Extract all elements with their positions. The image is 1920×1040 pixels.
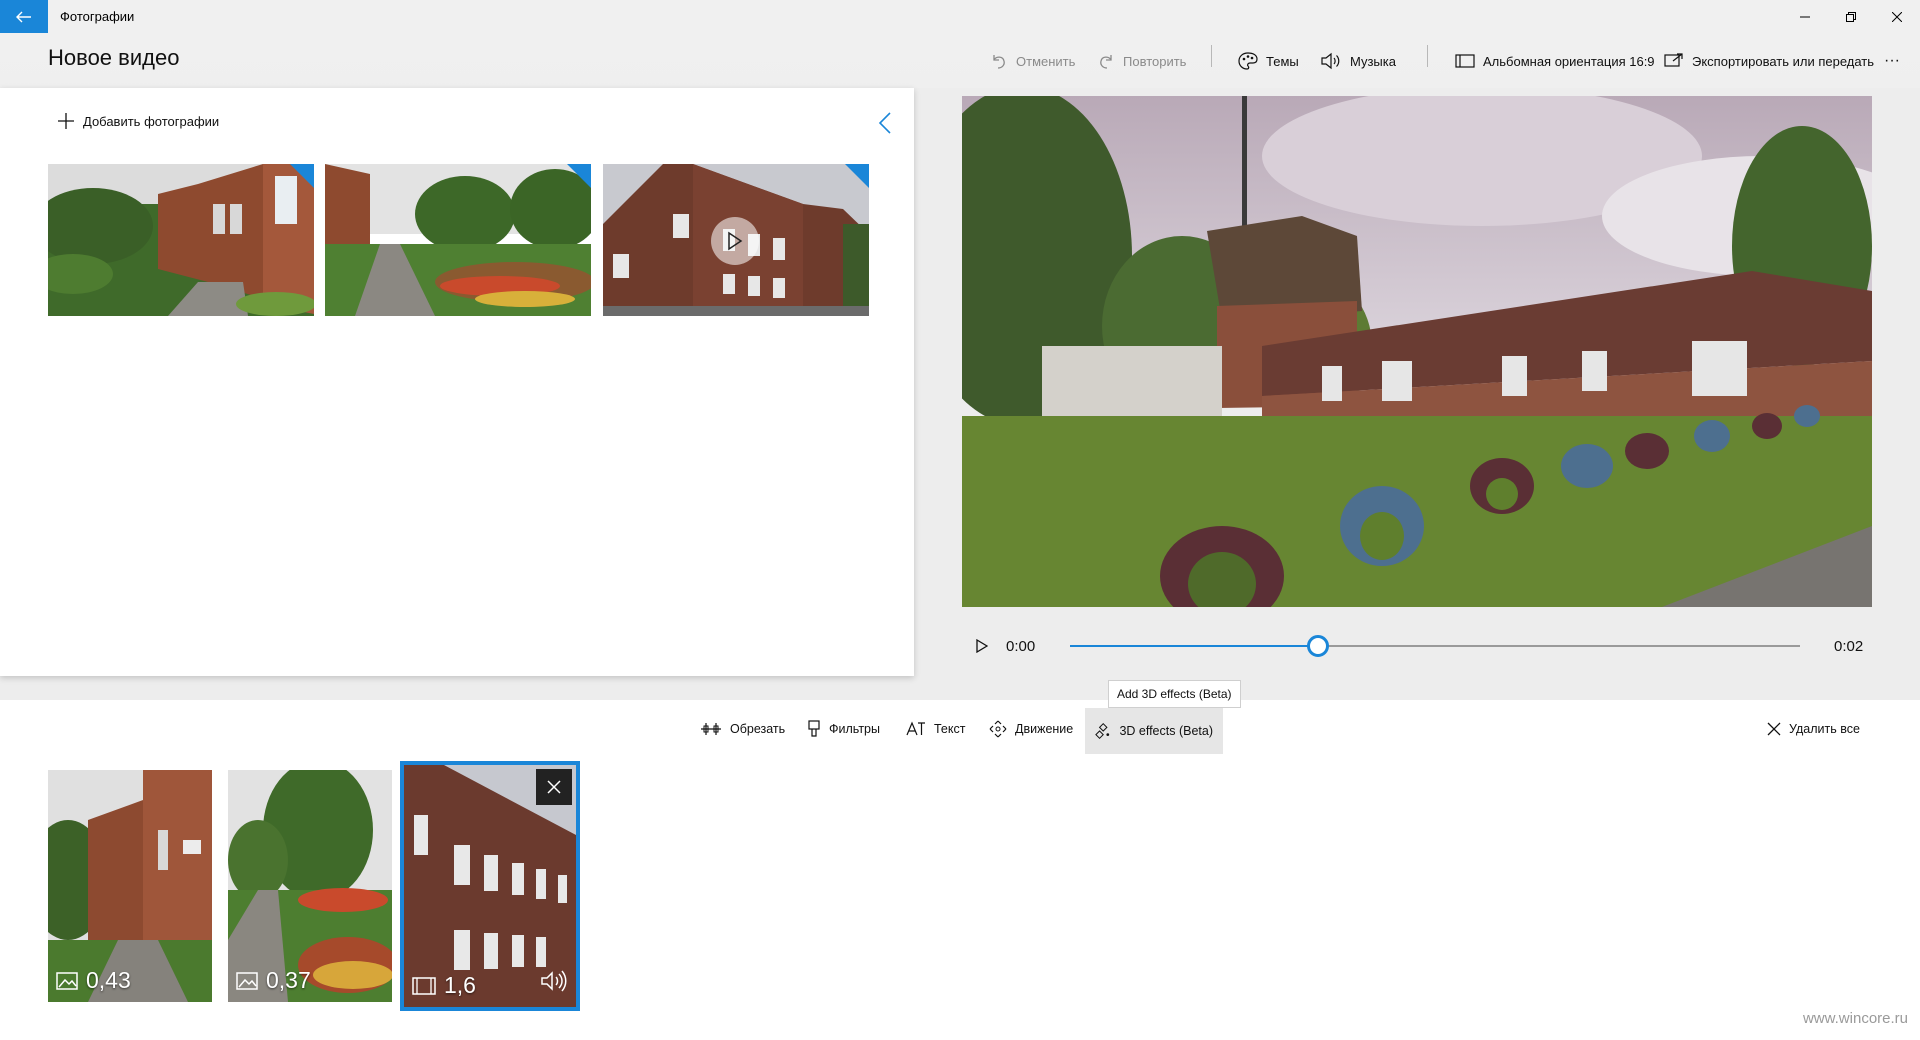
- filters-icon: [808, 720, 820, 737]
- text-icon: [906, 721, 925, 736]
- music-label: Музыка: [1350, 53, 1396, 69]
- app-title: Фотографии: [60, 9, 135, 24]
- 3d-effects-icon: [1095, 722, 1110, 740]
- redo-label: Повторить: [1123, 53, 1187, 69]
- export-button[interactable]: Экспортировать или передать: [1664, 47, 1874, 75]
- undo-icon: [993, 55, 1005, 69]
- library-item[interactable]: [48, 164, 314, 316]
- aspect-ratio-label: Альбомная ориентация 16:9: [1483, 53, 1655, 69]
- text-label: Текст: [934, 722, 966, 736]
- add-photos-label: Добавить фотографии: [83, 113, 220, 129]
- themes-label: Темы: [1266, 53, 1299, 69]
- image-icon: [236, 971, 258, 990]
- back-button[interactable]: [0, 0, 48, 33]
- redo-button[interactable]: Повторить: [1097, 47, 1186, 75]
- redo-icon: [1100, 55, 1112, 69]
- clip-duration: 1,6: [444, 972, 476, 998]
- play-icon: [976, 638, 989, 654]
- speaker-icon: [541, 970, 567, 992]
- back-arrow-icon: [16, 11, 31, 22]
- close-icon: [1767, 722, 1781, 736]
- close-icon: [547, 780, 561, 794]
- current-time: 0:00: [1006, 638, 1036, 655]
- title-bar: Фотографии: [0, 0, 1920, 33]
- undo-label: Отменить: [1016, 53, 1076, 69]
- playback-bar: 0:00 0:02: [962, 630, 1872, 662]
- restore-icon: [1846, 11, 1856, 22]
- film-icon: [412, 976, 436, 995]
- 3d-effects-label: 3D effects (Beta): [1119, 724, 1213, 738]
- clip-label: 0,37: [236, 967, 311, 994]
- plus-icon: [58, 113, 74, 129]
- library-thumbnail: [48, 164, 314, 316]
- add-photos-button[interactable]: Добавить фотографии: [58, 113, 219, 129]
- minimize-icon: [1800, 16, 1810, 17]
- close-window-button[interactable]: [1874, 0, 1920, 33]
- music-button[interactable]: Музыка: [1320, 47, 1396, 75]
- minimize-button[interactable]: [1782, 0, 1828, 33]
- clip-duration: 0,37: [266, 967, 311, 993]
- added-indicator: [290, 164, 314, 188]
- storyboard-clip-selected[interactable]: 1,6: [400, 761, 580, 1011]
- library-thumbnail: [325, 164, 591, 316]
- play-overlay-button[interactable]: [711, 217, 759, 265]
- library-item[interactable]: [325, 164, 591, 316]
- storyboard-clip[interactable]: 0,43: [48, 770, 212, 1002]
- total-time: 0:02: [1834, 638, 1864, 655]
- more-label: ···: [1884, 52, 1900, 69]
- filters-label: Фильтры: [829, 722, 880, 736]
- remove-clip-button[interactable]: [536, 769, 572, 805]
- themes-button[interactable]: Темы: [1238, 47, 1299, 75]
- play-button[interactable]: [976, 638, 989, 658]
- motion-label: Движение: [1015, 722, 1074, 736]
- toolbar-divider: [1211, 45, 1212, 67]
- 3d-effects-button[interactable]: 3D effects (Beta): [1085, 708, 1223, 754]
- seek-slider[interactable]: [1070, 635, 1800, 657]
- video-preview[interactable]: [962, 96, 1872, 607]
- restore-button[interactable]: [1828, 0, 1874, 33]
- storyboard-toolbar: Обрезать Фильтры Текст Движение 3D effec…: [0, 700, 1920, 770]
- project-title[interactable]: Новое видео: [48, 45, 179, 71]
- clip-label: 0,43: [56, 967, 131, 994]
- speaker-icon: [1321, 52, 1340, 70]
- motion-icon: [989, 720, 1007, 738]
- close-icon: [1892, 11, 1902, 22]
- command-bar: Новое видео Отменить Повторить Темы Музы…: [0, 33, 1920, 88]
- seek-thumb[interactable]: [1307, 635, 1329, 657]
- export-label: Экспортировать или передать: [1692, 53, 1875, 69]
- chevron-left-icon: [878, 112, 891, 134]
- watermark: www.wincore.ru: [1802, 1010, 1908, 1027]
- storyboard-clip[interactable]: 0,37: [228, 770, 392, 1002]
- trim-label: Обрезать: [730, 722, 786, 736]
- preview-frame: [962, 96, 1872, 607]
- seek-progress: [1070, 645, 1318, 647]
- library-item[interactable]: [603, 164, 869, 316]
- clip-label: 1,6: [412, 972, 476, 999]
- delete-all-label: Удалить все: [1789, 722, 1860, 736]
- more-options-button[interactable]: ···: [1884, 47, 1900, 75]
- toolbar-divider: [1427, 45, 1428, 67]
- aspect-ratio-icon: [1455, 54, 1475, 68]
- filters-button[interactable]: Фильтры: [797, 712, 890, 746]
- added-indicator: [845, 164, 869, 188]
- project-library: Добавить фотографии: [0, 88, 914, 676]
- added-indicator: [567, 164, 591, 188]
- play-icon: [728, 231, 743, 251]
- collapse-library-button[interactable]: [878, 112, 892, 139]
- aspect-ratio-button[interactable]: Альбомная ориентация 16:9: [1455, 47, 1655, 75]
- trim-button[interactable]: Обрезать: [690, 712, 795, 746]
- image-icon: [56, 971, 78, 990]
- trim-icon: [701, 723, 721, 735]
- delete-all-button[interactable]: Удалить все: [1757, 712, 1870, 746]
- motion-button[interactable]: Движение: [979, 712, 1083, 746]
- clip-duration: 0,43: [86, 967, 131, 993]
- clip-volume-button[interactable]: [540, 970, 568, 997]
- palette-icon: [1238, 52, 1258, 70]
- text-button[interactable]: Текст: [896, 712, 975, 746]
- export-icon: [1664, 53, 1683, 67]
- undo-button[interactable]: Отменить: [990, 47, 1075, 75]
